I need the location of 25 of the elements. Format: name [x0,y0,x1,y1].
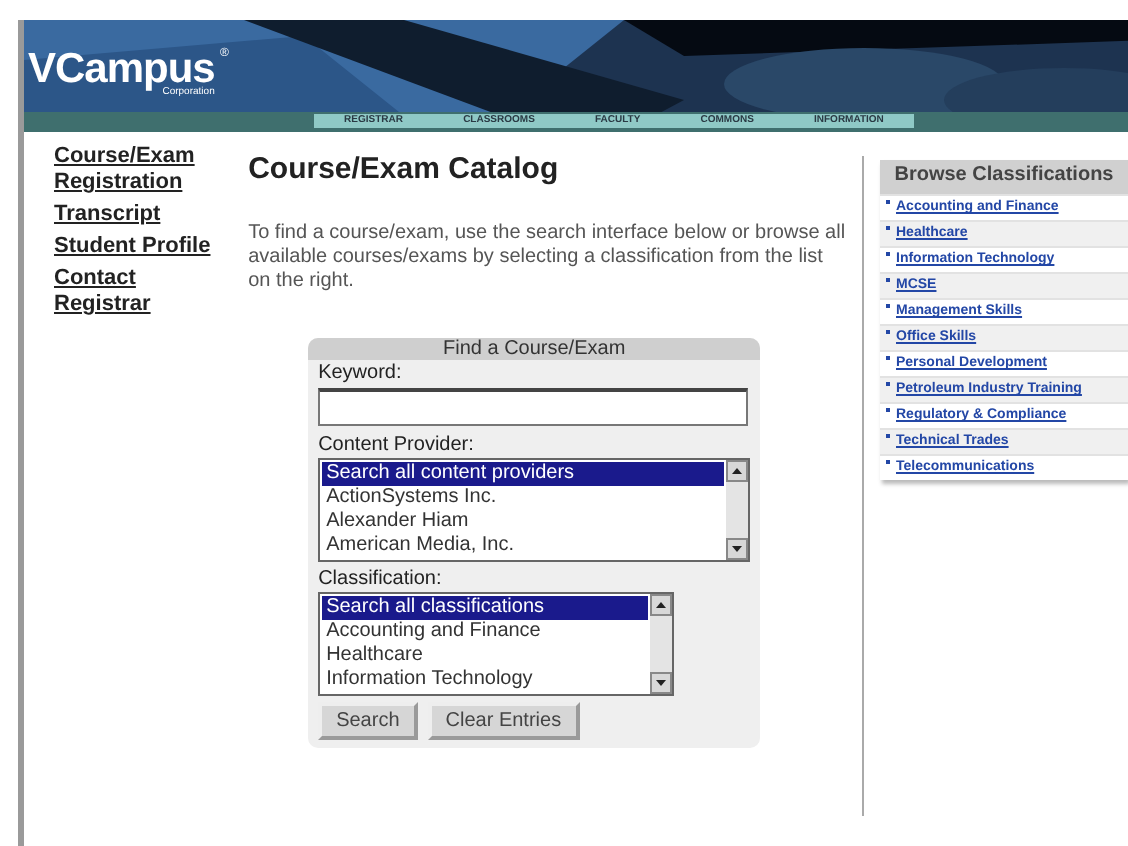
scroll-up-icon[interactable] [726,460,749,482]
scroll-down-icon[interactable] [650,672,673,694]
scrollbar[interactable] [726,460,749,560]
keyword-field[interactable] [318,388,749,426]
intro-text: To find a course/exam, use the search interface below or browse all available courses/exams by selecting a classification from the list on the right. [248,222,848,294]
list-option[interactable]: Search all content providers [322,462,725,486]
scrollbar[interactable] [650,594,673,694]
list-box[interactable]: Search all classifications Accounting and Finance Healthcare Information Technology [318,592,675,696]
sidebar-link[interactable]: Course/Exam Registration [54,144,218,196]
panel-title: Find a Course/Exam [308,338,761,360]
logo-text: VCampus [28,48,215,90]
list-option[interactable]: Search all classifications [322,596,649,620]
list-box[interactable]: Search all content providers ActionSystems Inc. Alexander Hiam American Media, Inc. [318,458,751,562]
field-label: Classification: [318,568,444,592]
field-label: Keyword: [318,362,404,386]
sidebar-link[interactable]: Transcript [54,202,218,228]
panel-title: Browse Classifications [880,160,1128,194]
search-button[interactable]: Search [318,702,418,740]
page-title: Course/Exam Catalog [248,152,561,186]
scroll-up-icon[interactable] [650,594,673,616]
sidebar-link[interactable]: Student Profile [54,234,218,260]
scroll-down-icon[interactable] [726,538,749,560]
field-label: Content Provider: [318,434,476,458]
clear-button[interactable]: Clear Entries [427,702,580,740]
sidebar-link[interactable]: Contact Registrar [54,266,218,318]
